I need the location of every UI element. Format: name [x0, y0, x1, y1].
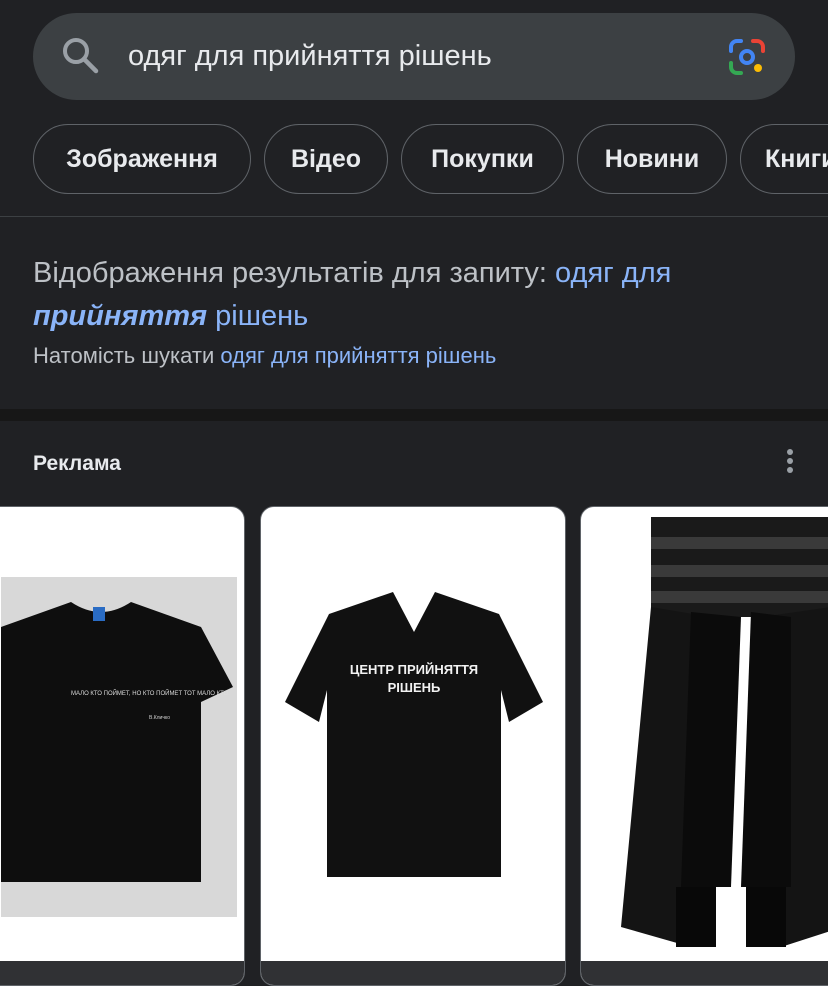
shirt-text: МАЛО КТО ПОЙМЕТ, НО КТО ПОЙМЕТ ТОТ МАЛО …: [71, 689, 230, 697]
product-image-gothic-outfit: [621, 517, 828, 947]
shirt-print-line1: ЦЕНТР ПРИЙНЯТТЯ: [350, 662, 478, 677]
chip-news[interactable]: Новини: [577, 124, 727, 194]
search-filter-chips: Зображення Відео Покупки Новини Книги: [0, 124, 828, 196]
search-instead-prefix: Натомість шукати: [33, 343, 215, 368]
more-options-icon[interactable]: [778, 446, 802, 476]
spelling-correction: Відображення результатів для запиту: одя…: [33, 252, 803, 338]
card-footer: [581, 961, 828, 985]
google-lens-icon[interactable]: [727, 37, 767, 77]
shirt-print-line2: РІШЕНЬ: [388, 680, 441, 695]
divider: [0, 216, 828, 217]
spelling-prefix: Відображення результатів для запиту:: [33, 257, 547, 289]
product-card[interactable]: [580, 506, 828, 986]
card-footer: [0, 961, 244, 985]
product-image-vneck-tshirt: ЦЕНТР ПРИЙНЯТТЯ РІШЕНЬ: [285, 592, 543, 877]
product-card[interactable]: ЦЕНТР ПРИЙНЯТТЯ РІШЕНЬ: [260, 506, 566, 986]
shirt-signature: В.Кличко: [149, 715, 170, 721]
chip-books[interactable]: Книги: [740, 124, 828, 194]
section-separator: [0, 409, 828, 421]
original-query-link[interactable]: одяг для прийняття рішень: [220, 343, 496, 368]
card-footer: [261, 961, 565, 985]
search-instead: Натомість шукати одяг для прийняття ріше…: [33, 343, 496, 369]
product-image-tshirt: МАЛО КТО ПОЙМЕТ, НО КТО ПОЙМЕТ ТОТ МАЛО …: [1, 577, 237, 917]
search-input[interactable]: одяг для прийняття рішень: [128, 40, 492, 73]
search-icon[interactable]: [60, 35, 100, 75]
chip-videos[interactable]: Відео: [264, 124, 388, 194]
chip-images[interactable]: Зображення: [33, 124, 251, 194]
chip-shopping[interactable]: Покупки: [401, 124, 564, 194]
ads-label: Реклама: [33, 452, 121, 475]
product-card[interactable]: МАЛО КТО ПОЙМЕТ, НО КТО ПОЙМЕТ ТОТ МАЛО …: [0, 506, 245, 986]
